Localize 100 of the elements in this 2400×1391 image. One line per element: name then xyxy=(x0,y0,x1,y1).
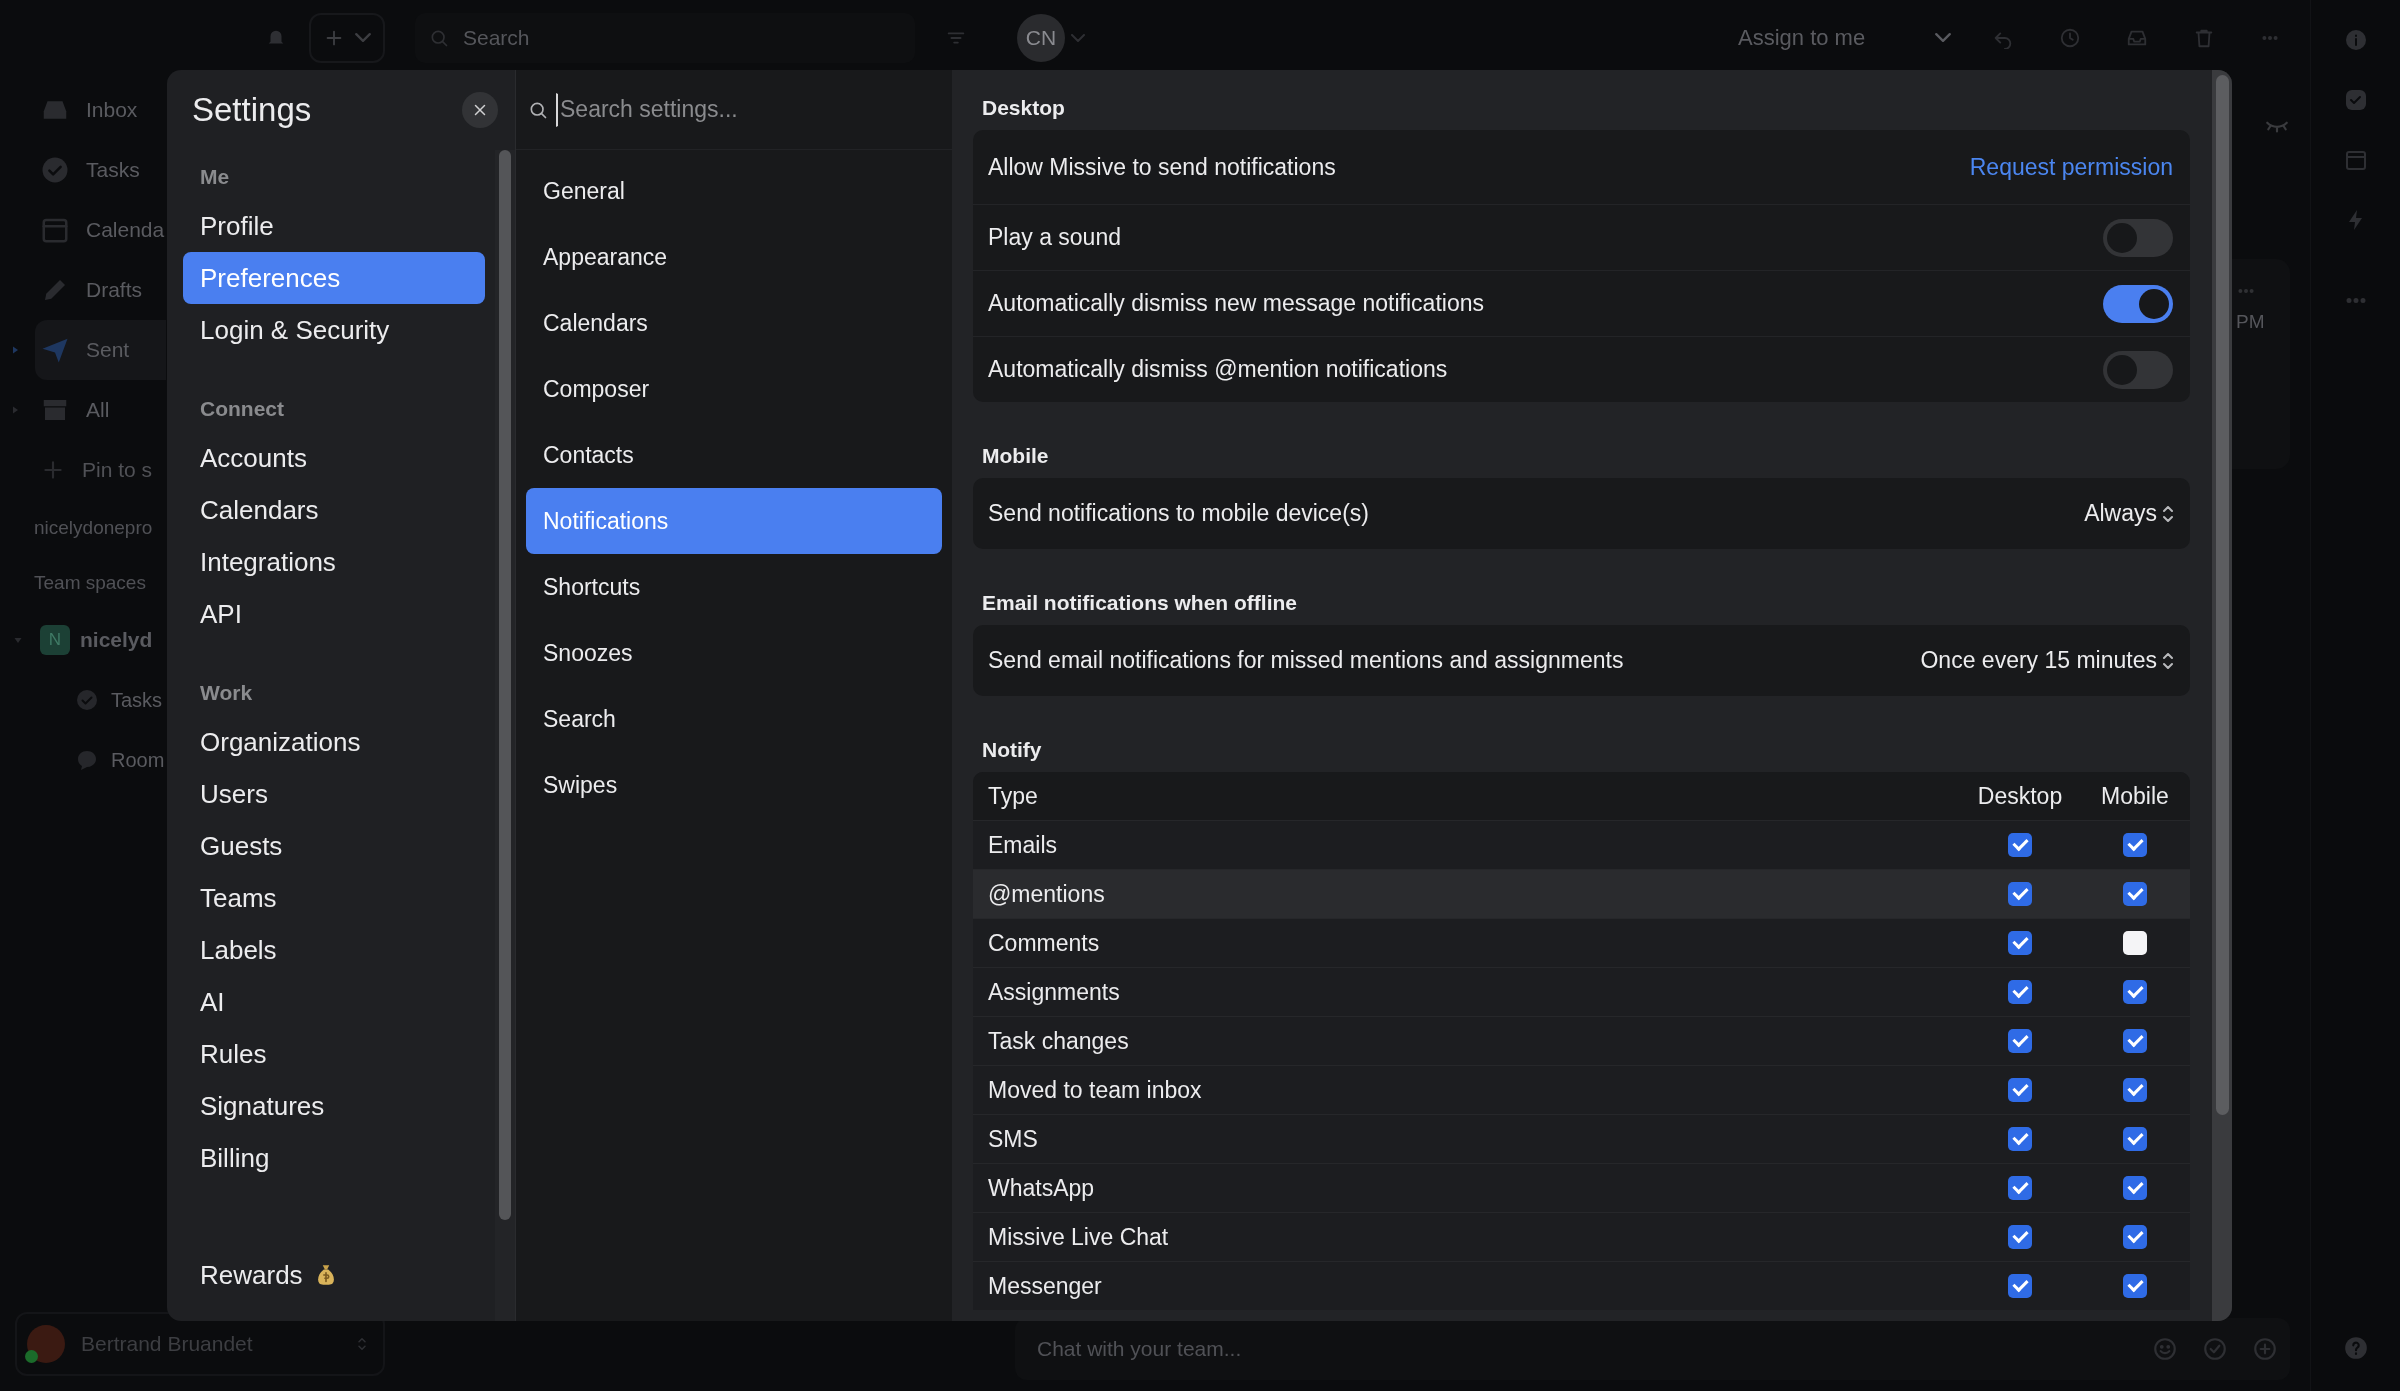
section-heading: Notify xyxy=(981,737,1043,763)
setting-label: Automatically dismiss new message notifications xyxy=(988,290,1484,317)
checkbox[interactable] xyxy=(2123,882,2147,906)
checkbox[interactable] xyxy=(2123,1029,2147,1053)
settings-nav-item[interactable]: Rules xyxy=(183,1028,485,1080)
chevron-updown-icon xyxy=(2163,505,2173,522)
close-button[interactable] xyxy=(462,92,498,128)
checkbox[interactable] xyxy=(2123,980,2147,1004)
settings-nav-item[interactable]: Integrations xyxy=(183,536,485,588)
settings-nav-item[interactable]: Guests xyxy=(183,820,485,872)
section-label: nicelydonepro xyxy=(33,515,154,540)
checkbox[interactable] xyxy=(2123,1274,2147,1298)
checkbox[interactable] xyxy=(2123,931,2147,955)
checkbox[interactable] xyxy=(2008,1127,2032,1151)
checkbox[interactable] xyxy=(2008,980,2032,1004)
checkbox[interactable] xyxy=(2008,1029,2032,1053)
caret-icon xyxy=(1071,33,1085,42)
table-cell-text: Missive Live Chat xyxy=(987,1223,1170,1251)
table-cell-text: Moved to team inbox xyxy=(987,1076,1203,1104)
check-square-icon xyxy=(2343,88,2368,112)
checkbox[interactable] xyxy=(2123,1078,2147,1102)
table-cell-text: @mentions xyxy=(987,880,1106,908)
select-dropdown[interactable]: Always xyxy=(2084,500,2173,527)
chat-input[interactable]: Chat with your team... xyxy=(1015,1318,2290,1380)
chat-bubble-icon xyxy=(75,748,99,772)
table-cell-text: Assignments xyxy=(987,978,1121,1006)
settings-nav-item[interactable]: Organizations xyxy=(183,716,485,768)
section-heading: Desktop xyxy=(981,95,1066,121)
checkbox[interactable] xyxy=(2123,1225,2147,1249)
settings-nav-item[interactable]: Signatures xyxy=(183,1080,485,1132)
more-icon xyxy=(2260,35,2280,40)
check-circle-icon xyxy=(40,155,70,185)
toggle-switch[interactable] xyxy=(2103,218,2173,257)
settings-nav-item[interactable]: Calendars xyxy=(183,484,485,536)
scrollbar[interactable] xyxy=(499,150,511,1220)
request-permission-link[interactable]: Request permission xyxy=(1969,153,2173,181)
settings-nav-item[interactable]: Preferences xyxy=(183,252,485,304)
search-field[interactable]: Search settings... xyxy=(556,92,943,127)
more-icon xyxy=(2343,298,2368,303)
help-icon xyxy=(2342,1335,2369,1361)
settings-section-item[interactable]: Swipes xyxy=(526,752,942,818)
toggle-switch[interactable] xyxy=(2103,284,2173,323)
section-label: Team spaces xyxy=(33,570,147,595)
table-cell-text: Task changes xyxy=(987,1027,1130,1055)
setting-label: Allow Missive to send notifications xyxy=(988,153,1336,181)
column-header: Desktop xyxy=(1976,782,2064,810)
settings-nav-item[interactable]: Accounts xyxy=(183,432,485,484)
settings-section-item[interactable]: Search xyxy=(526,686,942,752)
settings-nav-item[interactable]: API xyxy=(183,588,485,640)
settings-nav-item[interactable]: Users xyxy=(183,768,485,820)
caret-icon xyxy=(355,33,371,42)
table-cell-text: WhatsApp xyxy=(987,1174,1096,1202)
setting-label: Send email notifications for missed mentions and assignments xyxy=(988,647,1624,674)
settings-section-item[interactable]: Contacts xyxy=(526,422,942,488)
caret-icon xyxy=(1935,33,1951,42)
checkbox[interactable] xyxy=(2008,931,2032,955)
settings-nav-item[interactable]: Login & Security xyxy=(183,304,485,356)
table-cell-text: Messenger xyxy=(987,1272,1103,1300)
checkbox[interactable] xyxy=(2008,1176,2032,1200)
setting-label: Send notifications to mobile device(s) xyxy=(988,500,1369,527)
table-cell-text: SMS xyxy=(987,1125,1039,1153)
table-cell-text: Comments xyxy=(987,929,1101,957)
info-icon xyxy=(2343,28,2368,52)
settings-nav-item[interactable]: Labels xyxy=(183,924,485,976)
select-dropdown[interactable]: Once every 15 minutes xyxy=(1920,647,2173,674)
settings-section-item[interactable]: Notifications xyxy=(526,488,942,554)
table-cell-text: Emails xyxy=(987,831,1058,859)
settings-section-item[interactable]: Appearance xyxy=(526,224,942,290)
nav-group-heading: Me xyxy=(199,164,231,190)
avatar[interactable]: CN xyxy=(1017,13,1065,62)
settings-section-item[interactable]: Snoozes xyxy=(526,620,942,686)
checkbox[interactable] xyxy=(2008,1274,2032,1298)
setting-label: Automatically dismiss @mention notifications xyxy=(988,356,1448,383)
settings-section-item[interactable]: Shortcuts xyxy=(526,554,942,620)
settings-nav-item[interactable]: Teams xyxy=(183,872,485,924)
checkbox[interactable] xyxy=(2008,833,2032,857)
settings-nav-item[interactable]: Rewards xyxy=(183,1249,485,1301)
settings-nav-item[interactable]: Billing xyxy=(183,1132,485,1184)
checkbox[interactable] xyxy=(2123,1176,2147,1200)
checkbox[interactable] xyxy=(2008,1225,2032,1249)
calendar-icon xyxy=(2343,148,2368,172)
settings-nav-item[interactable]: AI xyxy=(183,976,485,1028)
toggle-switch[interactable] xyxy=(2103,350,2173,389)
nav-group-heading: Connect xyxy=(199,396,285,422)
settings-nav-item[interactable]: Profile xyxy=(183,200,485,252)
plus-circle-icon xyxy=(2252,1336,2278,1362)
checkbox[interactable] xyxy=(2123,1127,2147,1151)
settings-section-item[interactable]: Composer xyxy=(526,356,942,422)
chevron-updown-icon xyxy=(2163,652,2173,669)
clock-icon xyxy=(2059,26,2081,49)
scrollbar[interactable] xyxy=(2215,75,2229,1115)
settings-section-item[interactable]: Calendars xyxy=(526,290,942,356)
check-circle-icon xyxy=(2202,1336,2228,1362)
smiley-icon xyxy=(2152,1336,2178,1362)
check-circle-icon xyxy=(75,688,99,712)
checkbox[interactable] xyxy=(2123,833,2147,857)
settings-section-item[interactable]: General xyxy=(526,158,942,224)
checkbox[interactable] xyxy=(2008,882,2032,906)
checkbox[interactable] xyxy=(2008,1078,2032,1102)
team-badge: N xyxy=(40,625,70,655)
